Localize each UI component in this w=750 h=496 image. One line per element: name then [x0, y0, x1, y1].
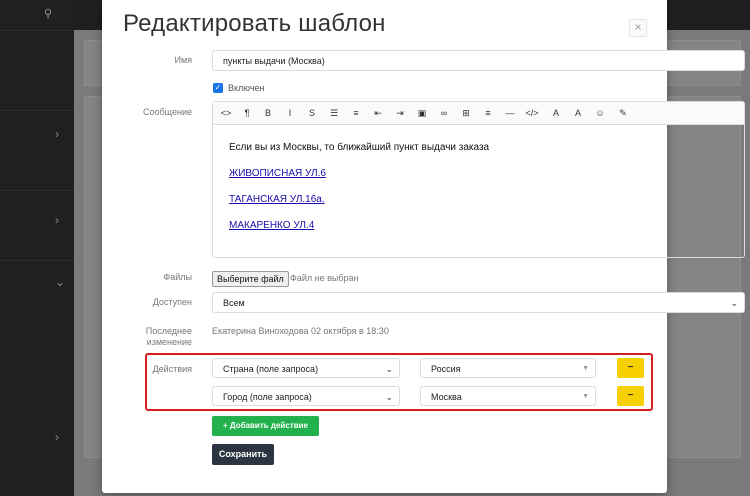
background-color-icon[interactable]: A — [571, 106, 585, 120]
modal-title: Редактировать шаблон — [123, 10, 386, 37]
plus-icon: + — [223, 421, 228, 430]
remove-action-button[interactable]: − — [617, 358, 644, 378]
font-color-icon[interactable]: A — [549, 106, 563, 120]
attachment-icon[interactable]: ✎ — [616, 106, 630, 120]
caret-down-icon: ▼ — [582, 365, 589, 372]
link-icon[interactable]: ∞ — [437, 106, 451, 120]
outdent-icon[interactable]: ⇤ — [371, 106, 385, 120]
name-input[interactable]: пункты выдачи (Москва) — [212, 50, 745, 71]
indent-icon[interactable]: ⇥ — [393, 106, 407, 120]
add-action-label: Добавить действие — [229, 421, 308, 430]
emoji-icon[interactable]: ☺ — [593, 106, 607, 120]
numbered-list-icon[interactable]: ≡ — [349, 106, 363, 120]
available-value: Всем — [223, 298, 245, 308]
strikethrough-icon[interactable]: S — [305, 106, 319, 120]
chevron-right-icon: › — [55, 127, 59, 141]
edit-template-modal: Редактировать шаблон × Имя пункты выдачи… — [102, 0, 745, 493]
enabled-label: Включен — [228, 83, 265, 93]
italic-icon[interactable]: I — [283, 106, 297, 120]
chevron-right-icon: › — [55, 430, 59, 444]
chevron-down-icon: ⌄ — [385, 392, 393, 402]
last-changed-label: Последнее изменение — [145, 326, 192, 347]
save-button[interactable]: Сохранить — [212, 444, 274, 465]
caret-down-icon: ▼ — [582, 393, 589, 400]
action-value-select[interactable]: Россия ▼ — [420, 358, 596, 378]
add-action-button[interactable]: + Добавить действие — [212, 416, 319, 436]
message-link[interactable]: ЖИВОПИСНАЯ УЛ.6 — [229, 168, 326, 179]
actions-label: Действия — [152, 364, 192, 374]
close-button[interactable]: × — [629, 19, 647, 37]
action-field-select[interactable]: Страна (поле запроса) ⌄ — [212, 358, 400, 378]
message-link[interactable]: ТАГАНСКАЯ УЛ.16а. — [229, 194, 325, 205]
search-icon: ⚲ — [44, 8, 53, 20]
name-label: Имя — [174, 55, 192, 65]
align-icon[interactable]: ≡ — [481, 106, 495, 120]
image-icon[interactable]: ▣ — [415, 106, 429, 120]
code-icon[interactable]: </> — [525, 106, 539, 120]
enabled-checkbox[interactable]: ✓ — [213, 83, 223, 93]
remove-action-button[interactable]: − — [617, 386, 644, 406]
bold-icon[interactable]: B — [261, 106, 275, 120]
paragraph-icon[interactable]: ¶ — [240, 106, 254, 120]
message-editor[interactable]: <> ¶ B I S ☰ ≡ ⇤ ⇥ ▣ ∞ ⊞ ≡ — </> A A ☺ ✎ Если вы из Москвы… — [212, 101, 745, 258]
chevron-right-icon: › — [55, 213, 59, 227]
message-link[interactable]: МАКАРЕНКО УЛ.4 — [229, 220, 314, 231]
horizontal-rule-icon[interactable]: — — [503, 106, 517, 120]
available-select[interactable]: Всем ⌄ — [212, 292, 745, 313]
chevron-down-icon: ⌄ — [730, 298, 738, 308]
last-changed-value: Екатерина Виноходова 02 октября в 18:30 — [212, 326, 389, 336]
choose-file-button[interactable]: Выберите файл — [212, 271, 289, 287]
action-value-select[interactable]: Москва ▼ — [420, 386, 596, 406]
file-status: Файл не выбран — [290, 273, 359, 283]
action-field-select[interactable]: Город (поле запроса) ⌄ — [212, 386, 400, 406]
message-label: Сообщение — [143, 107, 192, 117]
chevron-down-icon: ⌄ — [385, 364, 393, 374]
editor-toolbar: <> ¶ B I S ☰ ≡ ⇤ ⇥ ▣ ∞ ⊞ ≡ — </> A A ☺ ✎ — [213, 102, 744, 125]
available-label: Доступен — [152, 297, 192, 307]
chevron-down-icon: ⌄ — [55, 275, 66, 289]
background-sidebar: ⚲ › › ⌄ › — [0, 0, 74, 496]
files-label: Файлы — [163, 272, 192, 282]
bullet-list-icon[interactable]: ☰ — [327, 106, 341, 120]
table-icon[interactable]: ⊞ — [459, 106, 473, 120]
message-text: Если вы из Москвы, то ближайший пункт вы… — [229, 142, 490, 153]
code-view-icon[interactable]: <> — [219, 106, 233, 120]
